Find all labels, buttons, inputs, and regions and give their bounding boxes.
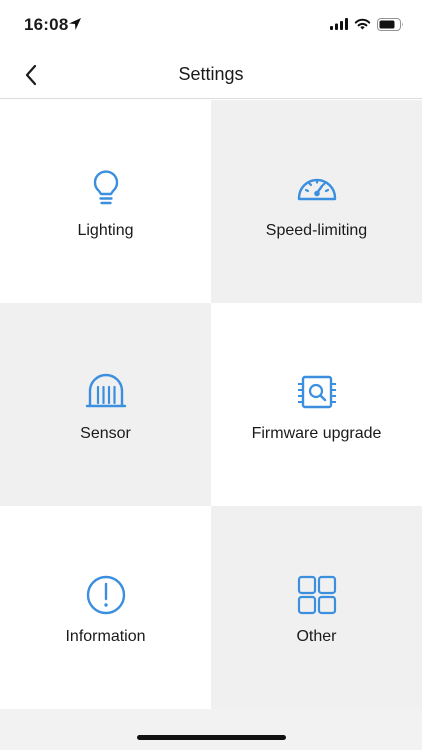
settings-grid: Lighting Speed-limiting Sensor Firmware … <box>0 100 422 709</box>
grid-icon <box>297 575 336 615</box>
nav-bar: Settings <box>0 52 422 99</box>
tile-firmware-upgrade[interactable]: Firmware upgrade <box>211 303 422 506</box>
status-time: 16:08 <box>24 15 69 34</box>
tile-label: Sensor <box>80 425 131 442</box>
tile-label: Lighting <box>77 222 134 239</box>
tile-speed-limiting[interactable]: Speed-limiting <box>211 100 422 303</box>
home-indicator[interactable] <box>137 735 286 740</box>
sensor-icon <box>85 373 126 408</box>
tile-label: Information <box>65 628 146 645</box>
tile-other[interactable]: Other <box>211 506 422 709</box>
chip-icon <box>297 375 336 409</box>
location-arrow-icon <box>69 18 81 30</box>
tile-lighting[interactable]: Lighting <box>0 100 211 303</box>
wifi-icon <box>354 18 371 30</box>
page-title: Settings <box>178 64 244 84</box>
tile-sensor[interactable]: Sensor <box>0 303 211 506</box>
speedometer-icon <box>297 178 336 201</box>
tile-information[interactable]: Information <box>0 506 211 709</box>
status-icons <box>330 16 404 32</box>
tile-label: Firmware upgrade <box>251 425 382 442</box>
bottom-area <box>0 709 422 750</box>
lightbulb-icon <box>93 170 118 205</box>
tile-label: Other <box>296 628 337 645</box>
tile-label: Speed-limiting <box>265 222 368 239</box>
info-icon <box>86 575 125 615</box>
status-bar: 16:08 <box>0 0 422 52</box>
signal-icon <box>330 18 348 30</box>
battery-icon <box>377 17 403 31</box>
